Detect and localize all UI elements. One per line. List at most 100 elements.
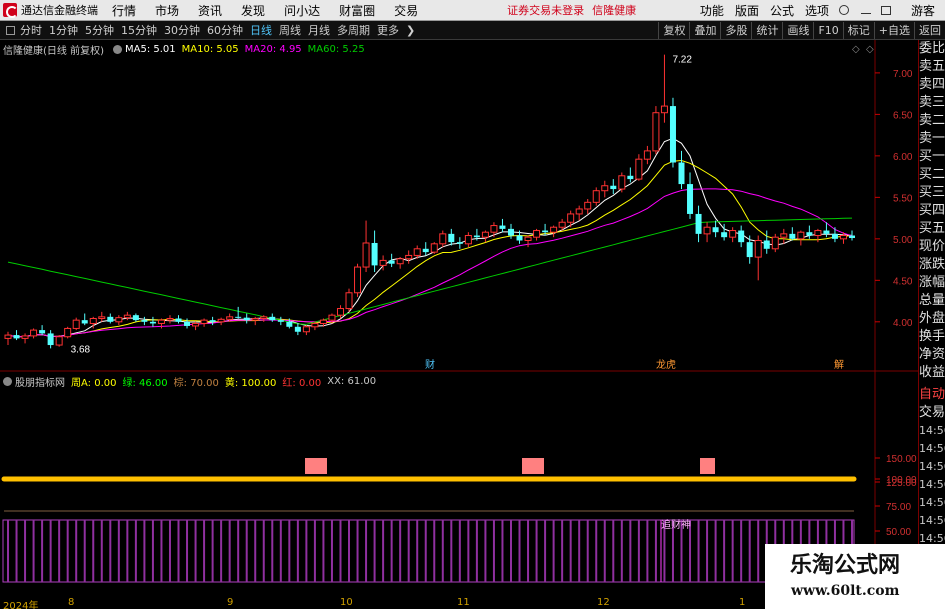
candle-body [592, 190, 600, 203]
candle-body [746, 242, 753, 258]
event-marker-longhu[interactable]: 龙虎 [656, 358, 676, 371]
sidebar-item[interactable]: 买一 [919, 148, 945, 166]
candle-body [115, 317, 123, 323]
event-marker-jie[interactable]: 解 [834, 358, 844, 371]
candle-body [81, 320, 88, 324]
candle-body [30, 329, 38, 337]
event-marker-cai[interactable]: 财 [425, 358, 435, 371]
period-tab-weekly[interactable]: 周线 [279, 22, 301, 38]
more-arrow-icon[interactable]: ❯ [406, 24, 415, 37]
date-label-2024: 2024年 [3, 601, 39, 609]
sidebar-item[interactable]: 换手 [919, 328, 945, 346]
moving-average-lines [7, 137, 853, 338]
low-price-label: 3.68 [71, 344, 91, 355]
tool-huaxian[interactable]: 画线 [782, 21, 813, 39]
tool-biaoji[interactable]: 标记 [842, 21, 874, 39]
period-tab-fenshi[interactable]: 分时 [20, 22, 42, 38]
sidebar-item[interactable]: 买四 [919, 202, 945, 220]
candle-body [157, 319, 165, 324]
menu-item-shichang[interactable]: 市场 [155, 2, 179, 19]
tool-duogu[interactable]: 多股 [720, 21, 751, 39]
sidebar-item[interactable]: 买五 [919, 220, 945, 238]
sidebar-item[interactable]: 卖五 [919, 58, 945, 76]
menu-item-caifuquan[interactable]: 财富圈 [339, 2, 375, 19]
sidebar-item[interactable]: 外盘 [919, 310, 945, 328]
sidebar-item[interactable]: 涨幅 [919, 274, 945, 292]
period-tab-15min[interactable]: 15分钟 [121, 22, 157, 38]
minimize-icon[interactable] [860, 12, 871, 14]
sidebar-item[interactable]: 涨跌 [919, 256, 945, 274]
candle-body [780, 233, 788, 238]
candlestick-chart[interactable]: 7.00 6.50 6.00 5.50 5.00 4.50 4.00 ◇ ◇ 7.22 3.… [0, 40, 918, 372]
period-tab-30min[interactable]: 30分钟 [164, 22, 200, 38]
guest-label[interactable]: 游客 [911, 2, 935, 19]
sidebar-item[interactable]: 委比 [919, 40, 945, 58]
stock-name-title: 信隆健康 [592, 4, 637, 17]
candle-body [558, 221, 566, 228]
candle-body [575, 208, 583, 215]
menu-item-zixun[interactable]: 资讯 [198, 2, 222, 19]
auto-trade-label[interactable]: 自动 [919, 386, 945, 404]
refresh-icon[interactable] [838, 5, 849, 15]
menu-item-hangqing[interactable]: 行情 [112, 2, 136, 19]
sidebar-item[interactable]: 卖四 [919, 76, 945, 94]
sidebar-time: 14:56 [919, 478, 945, 491]
period-toolbar: 分时 1分钟 5分钟 15分钟 30分钟 60分钟 日线 周线 月线 多周期 更… [0, 21, 945, 40]
period-tab-5min[interactable]: 5分钟 [85, 22, 114, 38]
trade-label[interactable]: 交易 [919, 404, 945, 422]
tool-diejia[interactable]: 叠加 [689, 21, 720, 39]
menu-item-gongshi[interactable]: 公式 [770, 2, 794, 19]
candle-body [516, 235, 523, 241]
sidebar-item[interactable]: 买二 [919, 166, 945, 184]
high-price-label: 7.22 [672, 55, 692, 66]
ma5-line [7, 137, 853, 338]
period-tab-monthly[interactable]: 月线 [308, 22, 330, 38]
period-tab-multi[interactable]: 多周期 [337, 22, 370, 38]
candle-body [362, 242, 370, 268]
sub-tick-label: 150.00 [886, 454, 917, 465]
candle-body [371, 242, 378, 266]
menu-item-banmian[interactable]: 版面 [735, 2, 759, 19]
sidebar-item[interactable]: 总量 [919, 292, 945, 310]
period-tab-60min[interactable]: 60分钟 [207, 22, 243, 38]
menu-item-gongneng[interactable]: 功能 [700, 2, 724, 19]
sidebar-time: 14:56 [919, 460, 945, 473]
sidebar-item[interactable]: 卖二 [919, 112, 945, 130]
menu-item-wenxiaoda[interactable]: 问小达 [284, 2, 320, 19]
tool-fanhui[interactable]: 返回 [914, 21, 945, 39]
tool-zixuan[interactable]: +自选 [873, 21, 914, 39]
candle-body [166, 317, 174, 321]
maximize-icon[interactable] [880, 5, 891, 15]
menu-item-jiaoyi[interactable]: 交易 [394, 2, 418, 19]
candle-body [635, 158, 643, 180]
login-warning[interactable]: 证券交易未登录 [507, 2, 584, 18]
price-tick-label: 5.50 [893, 193, 913, 204]
sidebar-item[interactable]: 现价 [919, 238, 945, 256]
tool-tongji[interactable]: 统计 [751, 21, 782, 39]
sidebar-item[interactable]: 卖三 [919, 94, 945, 112]
chart-diamond-icon[interactable]: ◇ [852, 44, 860, 55]
candle-body [678, 162, 685, 185]
sidebar-item[interactable]: 净资 [919, 346, 945, 364]
candle-body [652, 112, 660, 152]
menu-item-xuanxiang[interactable]: 选项 [805, 2, 829, 19]
tool-f10[interactable]: F10 [813, 21, 842, 39]
period-tab-daily[interactable]: 日线 [250, 22, 272, 38]
candle-body [712, 227, 719, 233]
sidebar-item[interactable]: 卖一 [919, 130, 945, 148]
ma10-line [7, 159, 853, 338]
period-tab-1min[interactable]: 1分钟 [49, 22, 78, 38]
candle-body [601, 185, 609, 192]
candle-body [439, 233, 447, 245]
candle-body [456, 242, 463, 244]
price-axis: 7.00 6.50 6.00 5.50 5.00 4.50 4.00 [875, 69, 913, 329]
chart-close-icon[interactable]: ◇ [866, 44, 874, 55]
period-tab-more[interactable]: 更多 [377, 22, 399, 38]
tool-fuquan[interactable]: 复权 [658, 21, 689, 39]
candle-body [831, 233, 838, 239]
sidebar-item[interactable]: 买三 [919, 184, 945, 202]
menu-item-faxian[interactable]: 发现 [241, 2, 265, 19]
panel-toggle-icon[interactable] [6, 25, 15, 35]
sidebar-item[interactable]: 收益 [919, 364, 945, 382]
candle-body [294, 326, 301, 332]
